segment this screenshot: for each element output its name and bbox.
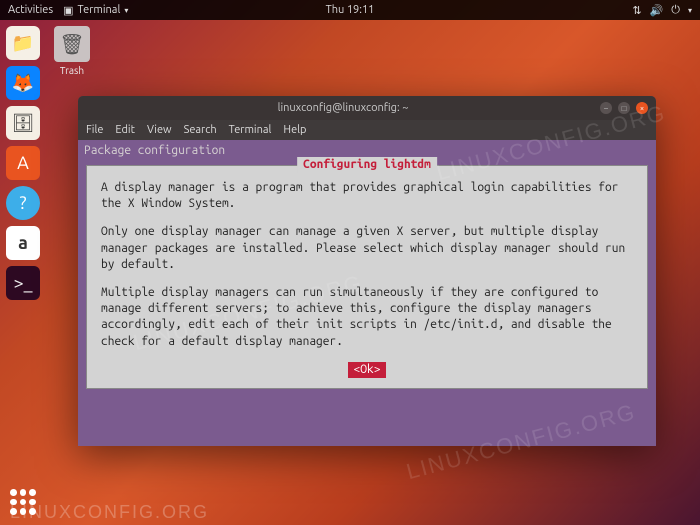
menu-search[interactable]: Search (184, 124, 217, 136)
dialog-title: Configuring lightdm (297, 157, 437, 173)
firefox-icon[interactable]: 🦊 (6, 66, 40, 100)
terminal-app-icon[interactable]: >_ (6, 266, 40, 300)
files-app-icon[interactable]: 🗄 (6, 106, 40, 140)
help-icon[interactable]: ? (6, 186, 40, 220)
ok-button[interactable]: <Ok> (348, 362, 386, 378)
window-titlebar[interactable]: linuxconfig@linuxconfig: ~ – □ × (78, 96, 656, 120)
app-menu[interactable]: ▣ Terminal ▾ (57, 4, 134, 17)
menu-file[interactable]: File (86, 124, 103, 136)
maximize-button[interactable]: □ (618, 102, 630, 114)
trash-label: Trash (54, 65, 90, 76)
amazon-icon[interactable]: a (6, 226, 40, 260)
terminal-window: linuxconfig@linuxconfig: ~ – □ × File Ed… (78, 96, 656, 446)
chevron-down-icon: ▾ (688, 6, 692, 15)
files-icon[interactable]: 📁 (6, 26, 40, 60)
software-center-icon[interactable]: A (6, 146, 40, 180)
menu-terminal[interactable]: Terminal (229, 124, 272, 136)
package-config-header: Package configuration (84, 144, 650, 157)
activities-button[interactable]: Activities (8, 4, 53, 16)
dialog-paragraph: A display manager is a program that prov… (101, 180, 633, 212)
trash-icon: 🗑 (54, 26, 90, 62)
close-button[interactable]: × (636, 102, 648, 114)
terminal-icon: ▣ (63, 4, 73, 17)
power-icon[interactable]: ⏻ (671, 4, 680, 17)
debconf-dialog: Configuring lightdm A display manager is… (86, 165, 648, 389)
top-bar: Activities ▣ Terminal ▾ Thu 19:11 ⇅ 🔊 ⏻ … (0, 0, 700, 20)
terminal-menubar: File Edit View Search Terminal Help (78, 120, 656, 140)
trash-desktop-icon[interactable]: 🗑 Trash (54, 26, 90, 76)
dialog-paragraph: Multiple display managers can run simult… (101, 285, 633, 350)
network-icon[interactable]: ⇅ (632, 4, 641, 17)
menu-help[interactable]: Help (283, 124, 306, 136)
show-applications-button[interactable] (10, 489, 36, 515)
launcher-dock: 📁 🦊 🗄 A ? a >_ (6, 26, 40, 300)
menu-edit[interactable]: Edit (115, 124, 135, 136)
chevron-down-icon: ▾ (124, 6, 128, 15)
dialog-paragraph: Only one display manager can manage a gi… (101, 224, 633, 273)
volume-icon[interactable]: 🔊 (650, 4, 664, 17)
minimize-button[interactable]: – (600, 102, 612, 114)
menu-view[interactable]: View (147, 124, 172, 136)
clock[interactable]: Thu 19:11 (326, 4, 375, 16)
app-menu-label: Terminal (78, 4, 121, 16)
terminal-body: Package configuration Configuring lightd… (78, 140, 656, 446)
window-title: linuxconfig@linuxconfig: ~ (86, 102, 600, 114)
watermark-text: LINUXCONFIG.ORG (10, 502, 209, 523)
